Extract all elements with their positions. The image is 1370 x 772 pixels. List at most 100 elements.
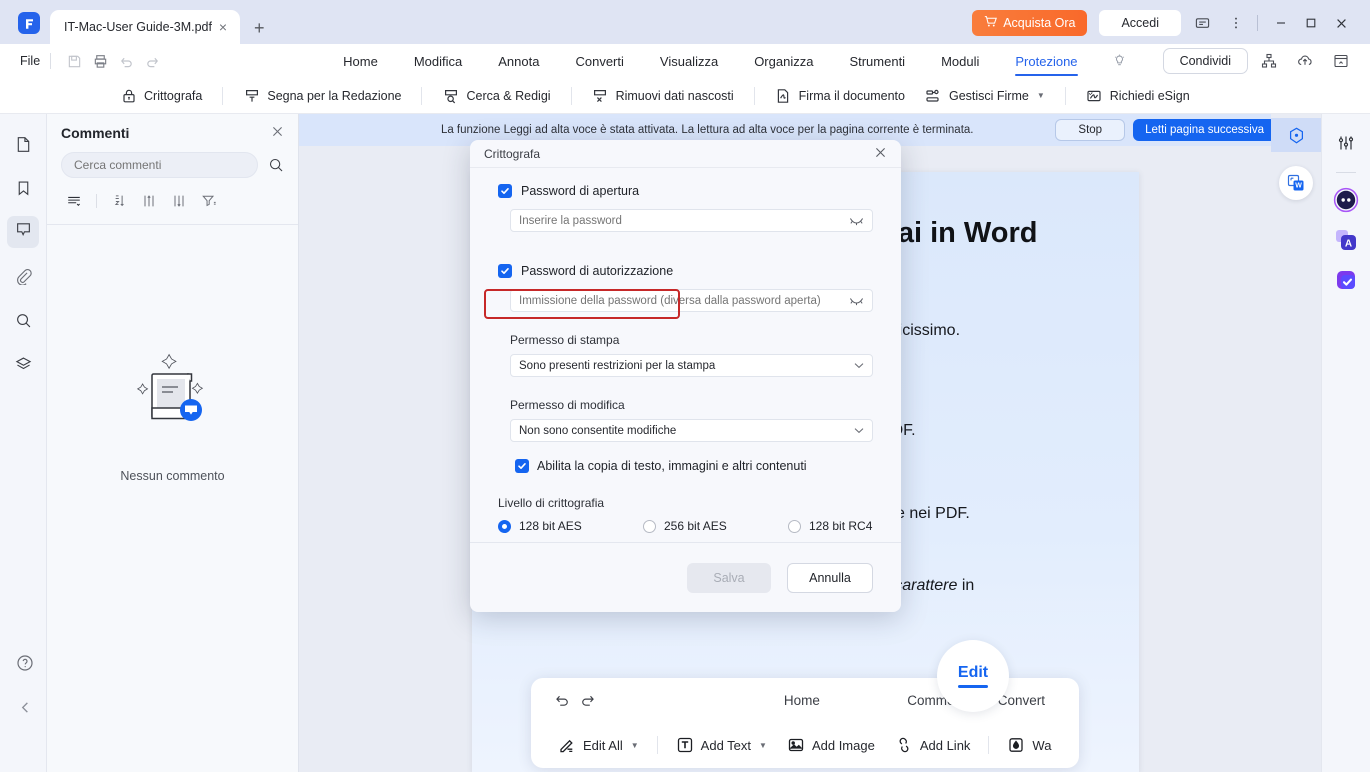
encryption-option-128-rc4-label: 128 bit RC4 [809, 519, 873, 533]
search-redact-button[interactable]: Cerca & Redigi [432, 82, 560, 110]
buy-now-button[interactable]: Acquista Ora [972, 10, 1088, 36]
menu-tab-protezione[interactable]: Protezione [997, 44, 1095, 78]
permission-password-input[interactable] [519, 294, 849, 307]
cloud-upload-icon[interactable] [1290, 47, 1320, 75]
watermark-button[interactable]: Wa [998, 730, 1060, 760]
comments-search-row [47, 152, 298, 178]
mark-redact-label: Segna per la Redazione [267, 88, 402, 103]
manage-signatures-button[interactable]: Gestisci Firme ▼ [915, 82, 1055, 110]
redo-icon[interactable] [575, 687, 601, 713]
tab-close-icon[interactable]: × [216, 19, 230, 35]
open-password-checkbox[interactable] [498, 184, 512, 198]
encrypt-button[interactable]: Crittografa [110, 82, 212, 110]
attachment-icon[interactable] [7, 260, 39, 292]
undo-icon[interactable] [113, 48, 139, 74]
print-permission-select[interactable]: Sono presenti restrizioni per la stampa [510, 354, 873, 377]
close-icon[interactable] [271, 125, 284, 141]
print-icon[interactable] [87, 48, 113, 74]
page-thumbnail-icon[interactable] [7, 128, 39, 160]
list-view-icon[interactable] [61, 190, 87, 212]
help-icon[interactable] [12, 650, 38, 676]
feedback-icon[interactable] [1189, 10, 1215, 36]
add-text-button[interactable]: Add Text ▼ [667, 730, 776, 760]
permission-password-field[interactable] [510, 289, 873, 312]
cancel-button[interactable]: Annulla [787, 562, 873, 593]
eye-off-icon[interactable] [849, 215, 864, 226]
undo-icon[interactable] [549, 687, 575, 713]
layers-icon[interactable] [7, 348, 39, 380]
tab-edit[interactable]: Edit [937, 640, 1009, 712]
search-comments-input[interactable] [61, 152, 258, 178]
new-tab-icon[interactable]: + [254, 19, 265, 37]
save-button[interactable]: Salva [687, 562, 771, 593]
open-password-input[interactable] [519, 214, 849, 227]
save-icon[interactable] [61, 48, 87, 74]
menu-tab-visualizza[interactable]: Visualizza [642, 44, 736, 78]
sliders-icon[interactable] [1331, 128, 1361, 158]
search-icon[interactable] [7, 304, 39, 336]
add-link-button[interactable]: Add Link [886, 730, 980, 760]
lightbulb-icon[interactable] [1112, 54, 1127, 69]
edit-permission-select[interactable]: Non sono consentite modifiche [510, 419, 873, 442]
menu-tab-moduli[interactable]: Moduli [923, 44, 997, 78]
buy-now-label: Acquista Ora [1003, 16, 1076, 30]
minimize-button[interactable] [1266, 10, 1296, 36]
radio-128-rc4[interactable] [788, 519, 801, 533]
enable-copy-row[interactable]: Abilita la copia di testo, immagini e al… [515, 459, 873, 473]
stop-button[interactable]: Stop [1055, 119, 1126, 141]
menu-tab-converti[interactable]: Converti [557, 44, 641, 78]
read-aloud-target-icon[interactable] [1271, 118, 1321, 152]
radio-128-aes[interactable] [498, 519, 511, 533]
permission-password-checkbox[interactable] [498, 264, 512, 278]
print-permission-label: Permesso di stampa [510, 333, 620, 347]
document-tab[interactable]: IT-Mac-User Guide-3M.pdf × [50, 10, 240, 44]
menu-tab-home[interactable]: Home [325, 44, 396, 78]
remove-hidden-data-button[interactable]: Rimuovi dati nascosti [582, 82, 744, 110]
eye-off-icon[interactable] [849, 295, 864, 306]
close-button[interactable] [1326, 10, 1356, 36]
enable-copy-checkbox[interactable] [515, 459, 529, 473]
sort-desc-icon[interactable] [166, 190, 192, 212]
tab-title: IT-Mac-User Guide-3M.pdf [64, 20, 212, 34]
previous-page-button[interactable] [12, 694, 38, 720]
menu-tab-strumenti[interactable]: Strumenti [831, 44, 923, 78]
filter-icon[interactable] [196, 190, 222, 212]
right-overlay-rail: W [1271, 114, 1321, 772]
menu-tab-organizza[interactable]: Organizza [736, 44, 831, 78]
collapse-ribbon-icon[interactable] [1326, 47, 1356, 75]
tab-home[interactable]: Home [768, 693, 836, 708]
network-share-icon[interactable] [1254, 47, 1284, 75]
sidebar-item-comments[interactable] [7, 216, 39, 248]
read-next-page-button[interactable]: Letti pagina successiva [1133, 119, 1276, 141]
maximize-button[interactable] [1296, 10, 1326, 36]
permission-password-row[interactable]: Password di autorizzazione [498, 264, 873, 278]
encryption-option-128-rc4[interactable]: 128 bit RC4 [788, 519, 872, 533]
menu-tab-annota[interactable]: Annota [480, 44, 557, 78]
more-vertical-icon[interactable] [1223, 10, 1249, 36]
bookmark-icon[interactable] [7, 172, 39, 204]
mark-redact-button[interactable]: Segna per la Redazione [233, 82, 411, 110]
bottom-toolbar-tools: Edit All ▼ Add Text ▼ Add Image Add Link… [531, 722, 1079, 768]
search-icon[interactable] [268, 157, 284, 173]
share-button[interactable]: Condividi [1162, 48, 1248, 74]
sign-document-button[interactable]: Firma il documento [765, 82, 915, 110]
add-image-button[interactable]: Add Image [778, 730, 884, 760]
menu-tab-modifica[interactable]: Modifica [396, 44, 480, 78]
convert-to-word-icon[interactable]: W [1279, 166, 1313, 200]
request-esign-button[interactable]: Richiedi eSign [1076, 82, 1200, 110]
radio-256-aes[interactable] [643, 519, 656, 533]
open-password-row[interactable]: Password di apertura [498, 184, 873, 198]
close-icon[interactable] [874, 146, 887, 162]
edit-all-button[interactable]: Edit All ▼ [549, 730, 648, 760]
open-password-field[interactable] [510, 209, 873, 232]
ai-check-icon[interactable] [1331, 265, 1361, 295]
signin-button[interactable]: Accedi [1099, 10, 1181, 36]
encryption-option-128-aes[interactable]: 128 bit AES [498, 519, 643, 533]
file-menu[interactable]: File [20, 54, 40, 68]
ai-translate-icon[interactable]: A [1331, 225, 1361, 255]
sort-az-icon[interactable] [106, 190, 132, 212]
ai-chat-icon[interactable] [1331, 185, 1361, 215]
sort-asc-icon[interactable] [136, 190, 162, 212]
encryption-option-256-aes[interactable]: 256 bit AES [643, 519, 788, 533]
redo-icon[interactable] [139, 48, 165, 74]
